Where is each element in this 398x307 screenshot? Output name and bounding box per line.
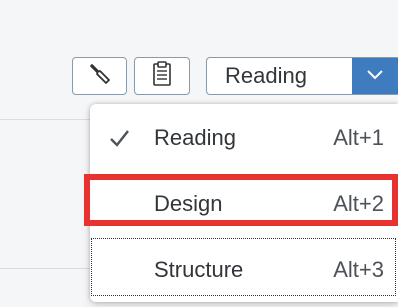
menu-item-shortcut: Alt+1 xyxy=(333,125,384,150)
divider xyxy=(0,119,90,120)
menu-item-label: Reading xyxy=(154,125,236,150)
menu-item-reading[interactable]: Reading Alt+1 xyxy=(90,110,398,166)
mode-select-value: Reading xyxy=(225,63,307,88)
clipboard-button[interactable] xyxy=(134,57,190,95)
mode-dropdown-button[interactable] xyxy=(352,58,398,94)
divider xyxy=(0,268,90,269)
clipboard-icon xyxy=(150,60,174,93)
settings-button[interactable] xyxy=(72,57,127,95)
chevron-down-icon xyxy=(366,67,384,85)
highlight-annotation xyxy=(84,174,398,226)
app-canvas: Reading Reading Alt+1 Design Alt+2 Struc xyxy=(0,0,398,307)
wrench-icon xyxy=(87,61,113,92)
focus-outline xyxy=(91,238,396,296)
check-icon xyxy=(104,123,134,153)
mode-select[interactable]: Reading xyxy=(206,57,398,95)
